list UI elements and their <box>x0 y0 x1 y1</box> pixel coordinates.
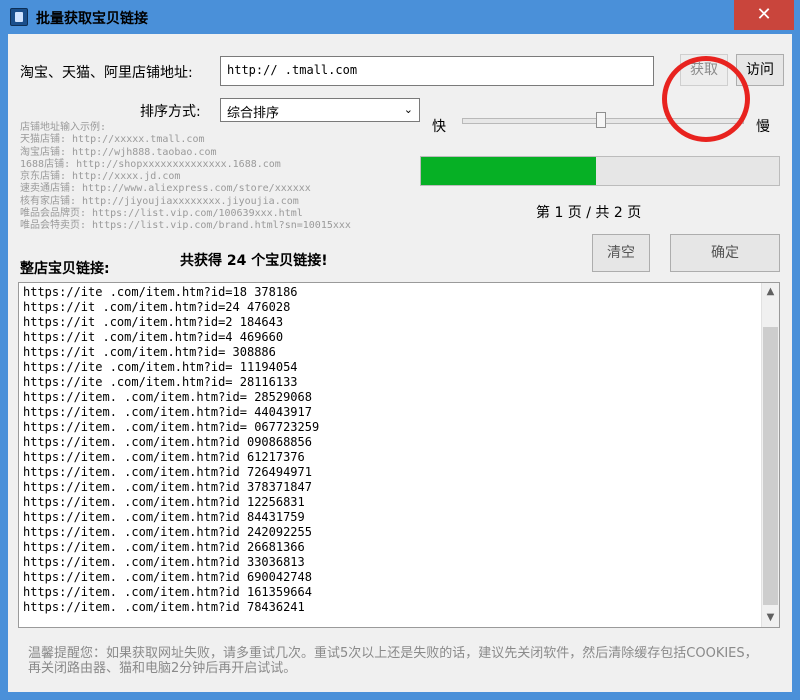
result-link-row: https://item. .com/item.htm?id 12256831 <box>23 495 305 509</box>
example-line: 淘宝店铺: http://wjh888.taobao.com <box>20 146 217 158</box>
results-label: 整店宝贝链接: <box>20 261 110 277</box>
sort-select[interactable]: 综合排序 ⌄ <box>220 98 420 122</box>
result-link-row: https://it .com/item.htm?id=24 476028 <box>23 300 291 314</box>
result-link-row: https://item. .com/item.htm?id 161359664 <box>23 585 312 599</box>
confirm-button[interactable]: 确定 <box>670 234 780 272</box>
url-label: 淘宝、天猫、阿里店铺地址: <box>20 65 193 81</box>
chevron-down-icon: ⌄ <box>403 103 413 116</box>
sort-select-value: 综合排序 <box>227 106 280 121</box>
result-link-row: https://ite .com/item.htm?id=18 378186 <box>23 285 298 299</box>
speed-slow-label: 慢 <box>756 119 770 135</box>
result-link-row: https://item. .com/item.htm?id= 06772325… <box>23 420 320 434</box>
result-link-row: https://item. .com/item.htm?id 378371847 <box>23 480 312 494</box>
result-link-row: https://ite .com/item.htm?id= 11194054 <box>23 360 298 374</box>
reminder-text: 温馨提醒您：如果获取网址失败，请多重试几次。重试5次以上还是失败的话，建议先关闭… <box>28 646 758 676</box>
speed-slider-thumb[interactable] <box>596 112 606 128</box>
results-list: https://ite .com/item.htm?id=18 378186 ht… <box>23 285 319 615</box>
example-line: 速卖通店铺: http://www.aliexpress.com/store/x… <box>20 183 311 195</box>
highlight-circle <box>662 56 750 142</box>
client-area: 淘宝、天猫、阿里店铺地址: http:// .tmall.com 获取 访问 排… <box>8 34 792 692</box>
example-line: 唯品会品牌页: https://list.vip.com/100639xxx.h… <box>20 208 303 220</box>
result-link-row: https://item. .com/item.htm?id= 28529068 <box>23 390 312 404</box>
result-link-row: https://it .com/item.htm?id=2 184643 <box>23 315 284 329</box>
speed-fast-label: 快 <box>432 119 446 135</box>
result-link-row: https://item. .com/item.htm?id 33036813 <box>23 555 305 569</box>
page-indicator: 第 1 页 / 共 2 页 <box>536 205 642 221</box>
result-link-row: https://item. .com/item.htm?id 26681366 <box>23 540 305 554</box>
result-link-row: https://item. .com/item.htm?id= 44043917 <box>23 405 312 419</box>
app-window: 批量获取宝贝链接 ✕ 淘宝、天猫、阿里店铺地址: http:// .tmall.… <box>0 0 800 700</box>
close-icon[interactable]: ✕ <box>734 0 794 30</box>
example-line: 核有家店铺: http://jiyoujiaxxxxxxxx.jiyoujia.… <box>20 195 299 207</box>
vertical-scrollbar[interactable]: ▲ ▼ <box>761 283 779 627</box>
result-link-row: https://item. .com/item.htm?id 61217376 <box>23 450 305 464</box>
window-title: 批量获取宝贝链接 <box>36 11 148 27</box>
result-link-row: https://ite .com/item.htm?id= 28116133 <box>23 375 298 389</box>
progress-bar <box>420 156 780 186</box>
sort-label: 排序方式: <box>140 104 201 120</box>
result-link-row: https://it .com/item.htm?id= 308886 <box>23 345 276 359</box>
chevron-down-icon[interactable]: ▼ <box>762 609 779 627</box>
result-link-row: https://item. .com/item.htm?id 726494971 <box>23 465 312 479</box>
results-summary: 共获得 24 个宝贝链接! <box>180 253 328 269</box>
results-textarea[interactable]: https://ite .com/item.htm?id=18 378186 ht… <box>18 282 780 628</box>
result-link-row: https://item. .com/item.htm?id 78436241 <box>23 600 305 614</box>
scrollbar-thumb[interactable] <box>763 327 778 605</box>
example-line: 天猫店铺: http://xxxxx.tmall.com <box>20 134 205 146</box>
result-link-row: https://item. .com/item.htm?id 090868856 <box>23 435 312 449</box>
result-link-row: https://it .com/item.htm?id=4 469660 <box>23 330 284 344</box>
result-link-row: https://item. .com/item.htm?id 84431759 <box>23 510 305 524</box>
result-link-row: https://item. .com/item.htm?id 242092255 <box>23 525 312 539</box>
input-examples: 店铺地址输入示例: 天猫店铺: http://xxxxx.tmall.com 淘宝店… <box>20 122 351 233</box>
shop-url-input[interactable]: http:// .tmall.com <box>220 56 654 86</box>
result-link-row: https://item. .com/item.htm?id 690042748 <box>23 570 312 584</box>
title-bar[interactable]: 批量获取宝贝链接 ✕ <box>0 0 800 34</box>
example-line: 京东店铺: http://xxxx.jd.com <box>20 171 181 183</box>
example-line: 店铺地址输入示例: <box>20 122 107 133</box>
app-icon <box>10 8 28 26</box>
example-line: 1688店铺: http://shopxxxxxxxxxxxxxx.1688.c… <box>20 158 281 170</box>
example-line: 唯品会特卖页: https://list.vip.com/brand.html?… <box>20 220 351 232</box>
progress-fill <box>421 157 597 185</box>
clear-button[interactable]: 清空 <box>592 234 650 272</box>
chevron-up-icon[interactable]: ▲ <box>762 283 779 301</box>
